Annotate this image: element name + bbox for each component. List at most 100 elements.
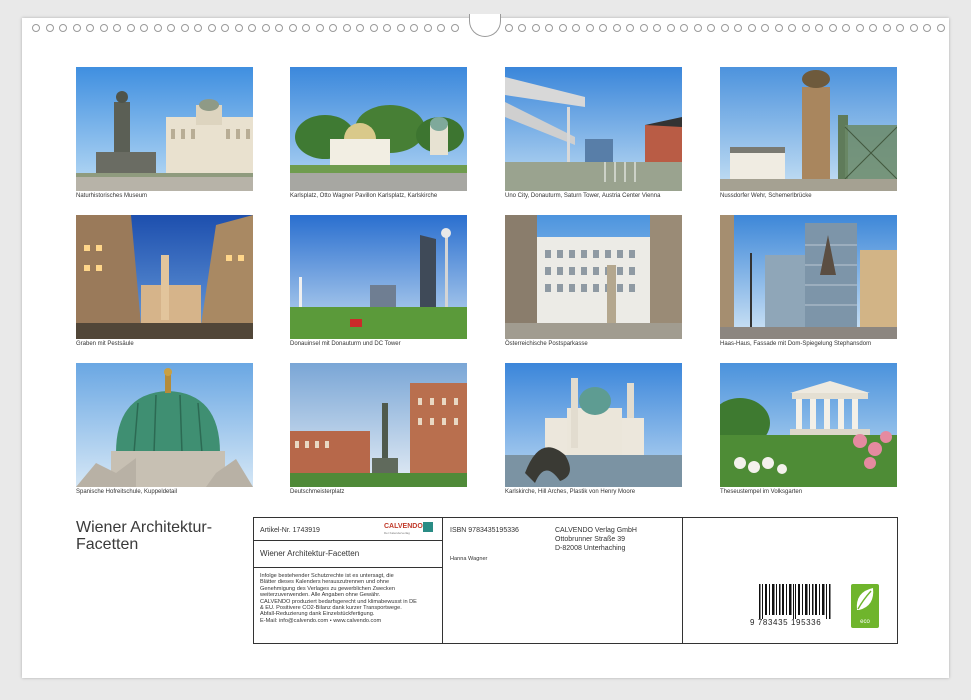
binding-ring bbox=[585, 24, 594, 32]
photo-karlskirche bbox=[505, 363, 682, 487]
photo-naturhistorisches-museum bbox=[76, 67, 253, 191]
eco-badge: eco bbox=[851, 584, 879, 628]
isbn: ISBN 9783435195336 bbox=[450, 527, 519, 534]
binding-ring bbox=[720, 24, 729, 32]
photo-caption: Spanische Hofreitschule, Kuppeldetail bbox=[76, 489, 178, 495]
photo-karlsplatz bbox=[290, 67, 467, 191]
binding-ring bbox=[558, 24, 567, 32]
binding-ring bbox=[612, 24, 621, 32]
binding-ring bbox=[99, 24, 108, 32]
binding-ring bbox=[369, 24, 378, 32]
photo-graben bbox=[76, 215, 253, 339]
photo-tile: Deutschmeisterplatz bbox=[290, 363, 467, 495]
binding-ring bbox=[518, 24, 526, 32]
binding-ring bbox=[896, 24, 904, 32]
photo-theseustempel bbox=[720, 363, 897, 487]
binding-ring bbox=[923, 24, 931, 32]
binding-ring bbox=[707, 24, 715, 32]
photo-caption: Theseustempel im Volksgarten bbox=[720, 489, 803, 495]
barcode bbox=[759, 584, 831, 619]
calvendo-logo-mark bbox=[423, 522, 433, 532]
binding-ring bbox=[747, 24, 756, 32]
photo-deutschmeisterplatz bbox=[290, 363, 467, 487]
binding-ring bbox=[315, 24, 324, 32]
binding-ring bbox=[653, 24, 661, 32]
photo-tile: Uno City, Donauturm, Saturn Tower, Austr… bbox=[505, 67, 682, 199]
info-column-barcode: 9 783435 195336 eco bbox=[683, 518, 897, 643]
calendar-cover-title: Wiener Architektur- Facetten bbox=[76, 519, 246, 553]
photo-caption: Uno City, Donauturm, Saturn Tower, Austr… bbox=[505, 193, 661, 199]
binding-ring bbox=[207, 24, 216, 32]
publisher-line: D-82008 Unterhaching bbox=[555, 545, 626, 552]
binding-ring bbox=[869, 24, 877, 32]
photo-tile: Naturhistorisches Museum bbox=[76, 67, 253, 199]
binding-ring bbox=[680, 24, 688, 32]
binding-ring bbox=[113, 24, 121, 32]
barcode-digits: 9 783435 195336 bbox=[750, 618, 822, 627]
binding-ring bbox=[45, 24, 54, 32]
photo-tile: Graben mit Pestsäule bbox=[76, 215, 253, 347]
binding-ring bbox=[72, 24, 81, 32]
binding-ring bbox=[261, 24, 270, 32]
binding-ring bbox=[545, 24, 553, 32]
binding-ring bbox=[572, 24, 580, 32]
binding-ring bbox=[288, 24, 297, 32]
binding-ring bbox=[356, 24, 364, 32]
binding-ring bbox=[855, 24, 864, 32]
binding-ring bbox=[882, 24, 891, 32]
binding-ring bbox=[936, 24, 945, 32]
binding-ring bbox=[909, 24, 918, 32]
binding-ring bbox=[342, 24, 351, 32]
binding-ring bbox=[194, 24, 202, 32]
binding-ring bbox=[275, 24, 283, 32]
binding-ring bbox=[423, 24, 432, 32]
photo-postsparkasse bbox=[505, 215, 682, 339]
binding-ring bbox=[86, 24, 94, 32]
calvendo-logo-subtitle: Der Kalenderverlag bbox=[384, 531, 410, 535]
binding-ring bbox=[396, 24, 405, 32]
binding-ring bbox=[126, 24, 135, 32]
binding-ring bbox=[693, 24, 702, 32]
binding-ring bbox=[504, 24, 513, 32]
binding-ring bbox=[234, 24, 243, 32]
legal-line: E-Mail: info@calvendo.com • www.calvendo… bbox=[260, 617, 382, 624]
divider bbox=[254, 540, 442, 541]
binding-ring bbox=[221, 24, 229, 32]
eco-label: eco bbox=[860, 619, 870, 625]
binding-ring bbox=[734, 24, 742, 32]
binding-ring bbox=[599, 24, 607, 32]
binding-ring bbox=[801, 24, 810, 32]
binding-ring bbox=[180, 24, 189, 32]
cover-title-line-1: Wiener Architektur- bbox=[76, 519, 213, 536]
photo-tile: Donauinsel mit Donauturm und DC Tower bbox=[290, 215, 467, 347]
legal-notice: Infolge bestehender Schutzrechte ist es … bbox=[260, 573, 440, 624]
binding-ring bbox=[531, 24, 540, 32]
photo-tile: Spanische Hofreitschule, Kuppeldetail bbox=[76, 363, 253, 495]
cover-title-line-2: Facetten bbox=[76, 536, 139, 553]
binding-ring bbox=[383, 24, 391, 32]
calvendo-logo: CALVENDO bbox=[384, 523, 423, 530]
calendar-title: Wiener Architektur-Facetten bbox=[260, 549, 360, 558]
binding-ring bbox=[666, 24, 675, 32]
leaf-icon bbox=[856, 588, 874, 610]
divider bbox=[254, 567, 442, 568]
binding-ring bbox=[815, 24, 823, 32]
photo-caption: Naturhistorisches Museum bbox=[76, 193, 148, 199]
photo-caption: Graben mit Pestsäule bbox=[76, 341, 134, 347]
publisher-address: CALVENDO Verlag GmbH Ottobrunner Straße … bbox=[555, 526, 637, 553]
binding-ring bbox=[329, 24, 337, 32]
photo-tile: Karlsplatz, Otto Wagner Pavillon Karlspl… bbox=[290, 67, 467, 199]
info-column-publisher: ISBN 9783435195336 Hanna Wagner CALVENDO… bbox=[442, 518, 683, 643]
photo-nussdorfer-wehr bbox=[720, 67, 897, 191]
spiral-binding bbox=[0, 0, 971, 40]
photo-caption: Haas-Haus, Fassade mit Dom-Spiegelung St… bbox=[720, 341, 872, 347]
binding-ring bbox=[626, 24, 634, 32]
publisher-line: CALVENDO Verlag GmbH bbox=[555, 527, 637, 534]
binding-ring bbox=[788, 24, 796, 32]
binding-ring bbox=[410, 24, 418, 32]
photo-tile: Haas-Haus, Fassade mit Dom-Spiegelung St… bbox=[720, 215, 897, 347]
author-name: Hanna Wagner bbox=[450, 556, 488, 562]
photo-uno-city bbox=[505, 67, 682, 191]
hanger-hook bbox=[469, 14, 501, 37]
photo-tile: Karlskirche, Hill Arches, Plastik von He… bbox=[505, 363, 682, 495]
